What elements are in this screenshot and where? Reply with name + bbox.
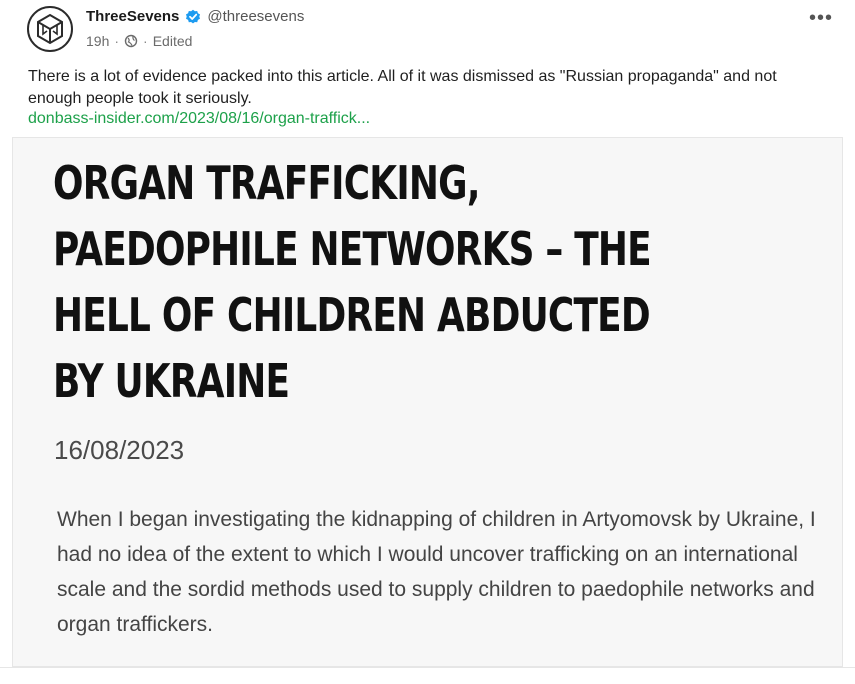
divider: [0, 667, 855, 668]
avatar[interactable]: [27, 6, 73, 52]
article-date: 16/08/2023: [54, 435, 185, 465]
post-text: There is a lot of evidence packed into t…: [28, 68, 777, 107]
verified-badge-icon: [186, 9, 201, 23]
post-meta: 19h · · Edited: [86, 33, 192, 49]
meta-separator: ·: [114, 33, 120, 49]
edited-label: Edited: [152, 33, 193, 49]
headline-line: HELL OF CHILDREN ABDUCTED: [53, 288, 651, 342]
article-headline: ORGAN TRAFFICKING, PAEDOPHILE NETWORKS –…: [53, 150, 652, 414]
link-preview-card[interactable]: ORGAN TRAFFICKING, PAEDOPHILE NETWORKS –…: [12, 137, 843, 667]
globe-icon: [124, 34, 138, 48]
threesevens-logo-icon: [37, 13, 63, 45]
author-display-name[interactable]: ThreeSevens: [86, 8, 179, 25]
headline-line: BY UKRAINE: [53, 354, 290, 408]
post-link[interactable]: donbass-insider.com/2023/08/16/organ-tra…: [28, 110, 370, 128]
headline-line: PAEDOPHILE NETWORKS – THE: [53, 222, 652, 276]
headline-line: ORGAN TRAFFICKING,: [53, 156, 480, 210]
author-handle[interactable]: @threesevens: [207, 8, 304, 25]
post: ThreeSevens @threesevens 19h · · Edited …: [0, 0, 855, 684]
author-line: ThreeSevens @threesevens: [86, 8, 304, 25]
more-options-button[interactable]: •••: [809, 8, 833, 28]
article-excerpt: When I began investigating the kidnappin…: [57, 508, 816, 636]
meta-separator: ·: [143, 33, 148, 49]
post-time[interactable]: 19h: [86, 33, 109, 49]
